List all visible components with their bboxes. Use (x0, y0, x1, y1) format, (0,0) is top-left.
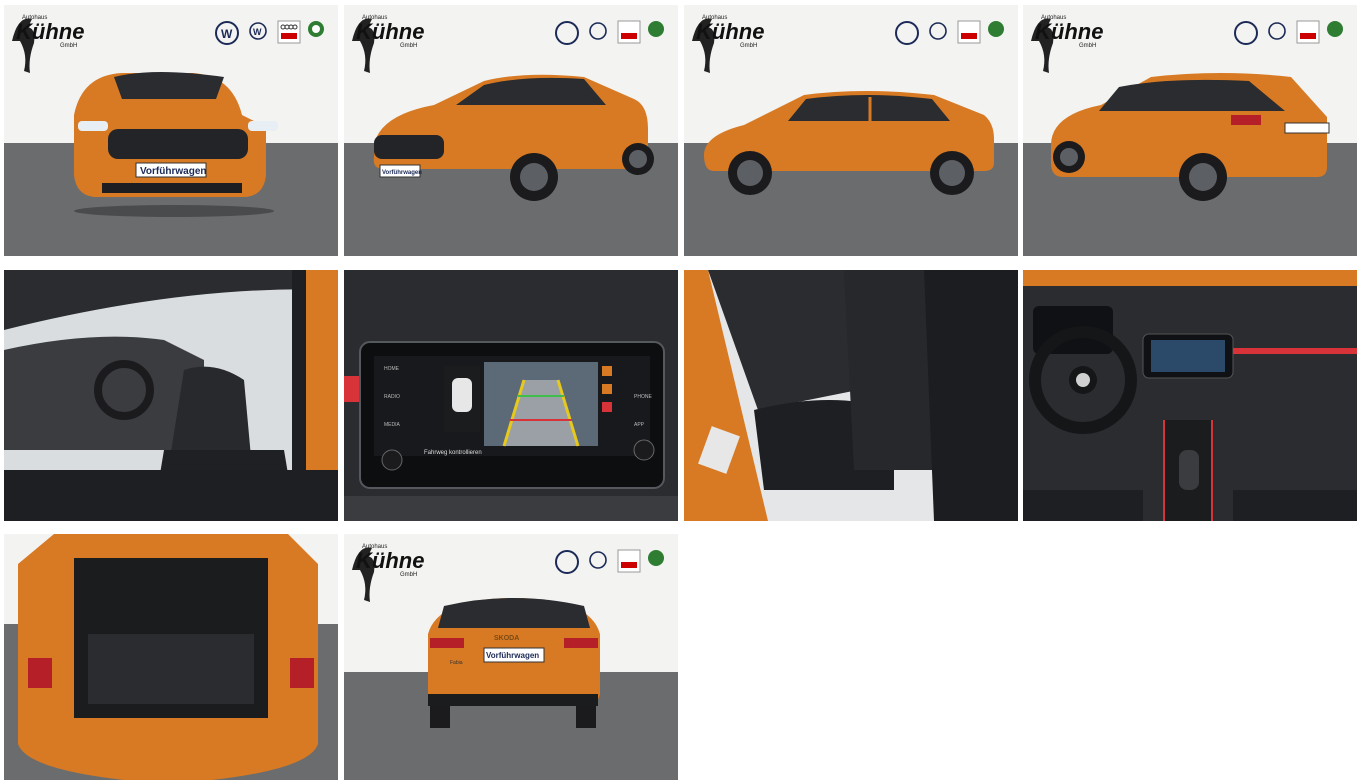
svg-text:Kühne: Kühne (16, 19, 84, 44)
svg-text:MEDIA: MEDIA (384, 422, 401, 428)
photo-front-seats-image (4, 270, 338, 521)
photo-front-image: Autohaus Kühne GmbH W W Vorführwagen (4, 5, 338, 256)
svg-text:PHONE: PHONE (634, 394, 652, 400)
photo-infotainment-tile[interactable]: HOME RADIO MEDIA PHONE APP Fahrweg kontr… (344, 270, 678, 521)
photo-trunk-tile[interactable] (4, 534, 338, 780)
svg-text:GmbH: GmbH (400, 43, 417, 49)
photo-rear-seats-tile[interactable] (684, 270, 1018, 521)
svg-text:Kühne: Kühne (1035, 19, 1103, 44)
photo-front-three-quarter-image: Autohaus Kühne GmbH Vorführwagen (344, 5, 678, 256)
svg-text:APP: APP (634, 422, 645, 428)
photo-front-tile[interactable]: Autohaus Kühne GmbH W W Vorführwagen (4, 5, 338, 256)
svg-text:Vorführwagen: Vorführwagen (382, 170, 422, 176)
photo-gallery: Autohaus Kühne GmbH W W Vorführwagen Aut… (0, 0, 1363, 780)
photo-side-image: Autohaus Kühne GmbH (684, 5, 1018, 256)
photo-dashboard-image (1023, 270, 1357, 521)
svg-text:Fahrweg kontrollieren: Fahrweg kontrollieren (424, 450, 482, 456)
svg-text:GmbH: GmbH (60, 43, 77, 49)
photo-rear-tile[interactable]: Autohaus Kühne GmbH SKODA Fabia Vorführw… (344, 534, 678, 780)
svg-text:Kühne: Kühne (356, 19, 424, 44)
svg-text:W: W (253, 27, 262, 37)
photo-side-tile[interactable]: Autohaus Kühne GmbH (684, 5, 1018, 256)
svg-text:GmbH: GmbH (1079, 43, 1096, 49)
svg-text:HOME: HOME (384, 366, 400, 372)
svg-text:Fabia: Fabia (450, 660, 463, 666)
photo-rear-three-quarter-image: Autohaus Kühne GmbH (1023, 5, 1357, 256)
svg-text:RADIO: RADIO (384, 394, 400, 400)
svg-text:Vorführwagen: Vorführwagen (140, 166, 206, 177)
svg-text:GmbH: GmbH (400, 572, 417, 578)
photo-rear-image: Autohaus Kühne GmbH SKODA Fabia Vorführw… (344, 534, 678, 780)
svg-text:GmbH: GmbH (740, 43, 757, 49)
svg-text:Kühne: Kühne (356, 548, 424, 573)
photo-trunk-image (4, 534, 338, 780)
photo-rear-seats-image (684, 270, 1018, 521)
photo-front-three-quarter-tile[interactable]: Autohaus Kühne GmbH Vorführwagen (344, 5, 678, 256)
photo-infotainment-image: HOME RADIO MEDIA PHONE APP Fahrweg kontr… (344, 270, 678, 521)
photo-front-seats-tile[interactable] (4, 270, 338, 521)
svg-text:Vorführwagen: Vorführwagen (486, 651, 539, 660)
svg-text:Kühne: Kühne (696, 19, 764, 44)
svg-text:W: W (221, 27, 233, 41)
svg-text:SKODA: SKODA (494, 635, 519, 642)
photo-dashboard-tile[interactable] (1023, 270, 1357, 521)
photo-rear-three-quarter-tile[interactable]: Autohaus Kühne GmbH (1023, 5, 1357, 256)
